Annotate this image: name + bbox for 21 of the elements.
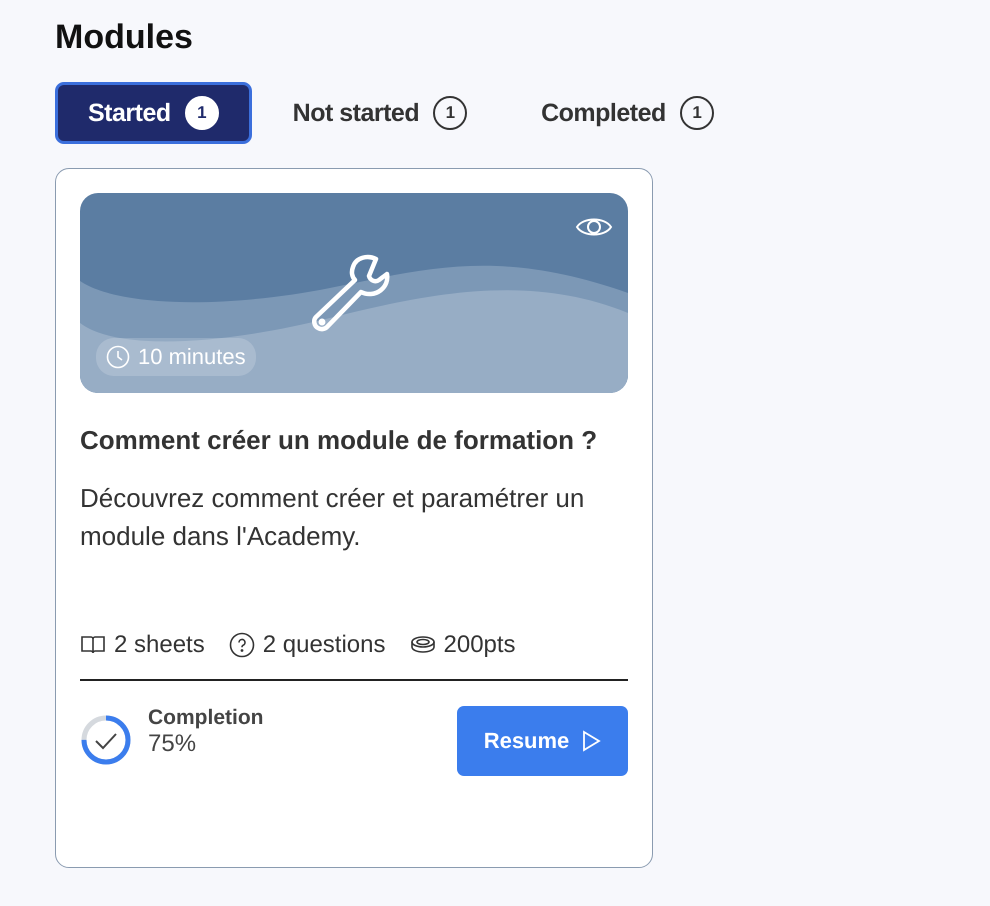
module-card[interactable]: 10 minutes Comment créer un module de formation ? Découvrez comment créer et paramétrer un module dans l'Academy. 2 sheets 2 questions 200pts Completion 75% Resume — [55, 168, 653, 868]
count-badge: 1 — [433, 96, 468, 130]
filter-tab[interactable]: Not started 1 — [260, 82, 500, 144]
clock-icon — [106, 345, 130, 369]
filter-tab[interactable]: Completed 1 — [508, 82, 747, 144]
page-title: Modules — [55, 17, 194, 58]
resume-button[interactable]: Resume — [457, 706, 628, 776]
module-title: Comment créer un module de formation ? — [80, 424, 598, 457]
count-badge: 1 — [184, 96, 219, 130]
duration-label: 10 minutes — [138, 344, 246, 370]
question-icon — [228, 632, 255, 658]
filter-tab[interactable]: Started 1 — [55, 82, 252, 144]
stat-label: 2 questions — [262, 631, 386, 659]
completion-value: 75% — [148, 730, 198, 758]
count-badge: 1 — [680, 96, 714, 130]
progress-ring — [80, 714, 132, 766]
stat-label: 200pts — [444, 631, 516, 659]
stat-label: 2 sheets — [114, 631, 205, 659]
module-description: Découvrez comment créer et paramétrer un module dans l'Academy. — [80, 482, 586, 553]
completion-label: Completion — [148, 706, 264, 730]
play-icon — [581, 730, 602, 752]
